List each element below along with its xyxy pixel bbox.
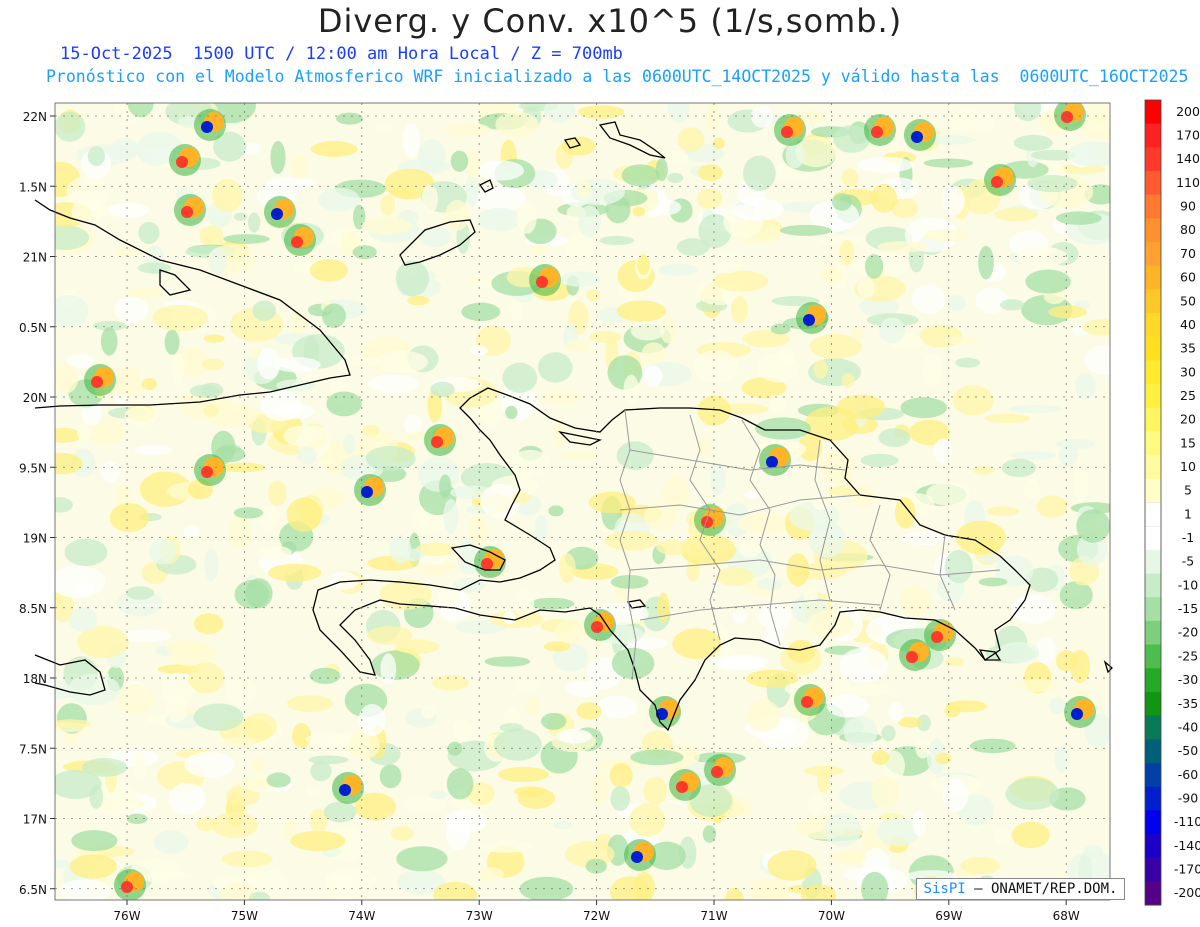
- colorbar-swatch-5: [1145, 218, 1161, 243]
- latitude-labels: 22N 1.5N 21N 0.5N 20N 9.5N 19N 8.5N 18N 7.5N 17N 6.…: [19, 110, 55, 897]
- colorbar-swatch-14: [1145, 431, 1161, 456]
- colorbar-label-23: -25: [1178, 648, 1198, 663]
- colorbar-swatch-28: [1145, 762, 1161, 788]
- colorbar-label-5: 80: [1180, 222, 1196, 237]
- credit-text: – ONAMET/REP.DOM.: [974, 881, 1118, 897]
- colorbar-label-7: 60: [1180, 270, 1196, 285]
- colorbar-swatch-19: [1145, 549, 1161, 575]
- lat-label-8: 18N: [23, 672, 47, 686]
- colorbar-swatch-22: [1145, 620, 1161, 646]
- lon-label-6: 70W: [818, 909, 845, 923]
- lat-label-9: 7.5N: [19, 742, 47, 756]
- colorbar-swatch-13: [1145, 407, 1161, 432]
- colorbar-swatch-1: [1145, 123, 1161, 148]
- lon-label-3: 73W: [466, 909, 493, 923]
- colorbar-swatch-24: [1145, 668, 1161, 693]
- colorbar-label-16: 5: [1184, 483, 1192, 498]
- colorbar-label-28: -60: [1178, 767, 1198, 782]
- colorbar-swatch-3: [1145, 171, 1161, 196]
- colorbar-label-3: 110: [1176, 175, 1200, 190]
- colorbar-label-14: 15: [1180, 435, 1196, 450]
- colorbar-swatch-8: [1145, 289, 1161, 314]
- colorbar-label-8: 50: [1180, 293, 1196, 308]
- colorbar-swatch-21: [1145, 597, 1161, 622]
- colorbar-label-32: -170: [1174, 861, 1200, 876]
- lon-label-4: 72W: [583, 909, 610, 923]
- colorbar-label-21: -15: [1178, 601, 1198, 616]
- lon-label-8: 68W: [1053, 909, 1080, 923]
- longitude-labels: 76W 75W 74W 73W 72W 71W 70W 69W 68W: [113, 900, 1080, 923]
- lat-label-11: 6.5N: [19, 883, 47, 897]
- lon-label-1: 75W: [231, 909, 258, 923]
- lat-label-1: 1.5N: [19, 180, 47, 194]
- colorbar-label-26: -40: [1178, 719, 1198, 734]
- colorbar-swatch-12: [1145, 384, 1161, 409]
- colorbar-swatch-33: [1145, 881, 1161, 906]
- colorbar-swatch-11: [1145, 360, 1161, 385]
- colorbar-label-0: 200: [1176, 104, 1200, 119]
- lat-label-3: 0.5N: [19, 321, 47, 335]
- lat-label-6: 19N: [23, 532, 47, 546]
- colorbar-swatch-15: [1145, 455, 1161, 480]
- colorbar-label-18: -1: [1182, 530, 1194, 545]
- divergence-field: [55, 103, 1110, 900]
- colorbar-swatch-10: [1145, 336, 1161, 361]
- colorbar-swatch-27: [1145, 739, 1161, 764]
- lat-label-2: 21N: [23, 251, 47, 265]
- lat-label-5: 9.5N: [19, 461, 47, 475]
- lon-label-0: 76W: [113, 909, 140, 923]
- colorbar-label-11: 30: [1180, 364, 1196, 379]
- divergence-map: 22N 1.5N 21N 0.5N 20N 9.5N 19N 8.5N 18N 7.5N 17N 6.…: [19, 99, 1200, 923]
- colorbar-label-29: -90: [1178, 790, 1198, 805]
- colorbar-swatch-26: [1145, 715, 1161, 740]
- colorbar-swatch-4: [1145, 194, 1161, 219]
- colorbar-swatch-23: [1145, 644, 1161, 669]
- lat-label-0: 22N: [23, 110, 47, 124]
- lon-label-7: 69W: [935, 909, 962, 923]
- colorbar-label-13: 20: [1180, 412, 1196, 427]
- colorbar-swatch-20: [1145, 573, 1161, 598]
- colorbar-swatch-29: [1145, 786, 1161, 811]
- colorbar-swatch-25: [1145, 691, 1161, 717]
- colorbar-label-24: -30: [1178, 672, 1198, 687]
- colorbar-swatch-2: [1145, 147, 1161, 172]
- colorbar-label-33: -200: [1174, 885, 1200, 900]
- colorbar-swatch-30: [1145, 810, 1161, 835]
- colorbar-label-12: 25: [1180, 388, 1196, 403]
- colorbar-label-27: -50: [1178, 743, 1198, 758]
- lat-label-10: 17N: [23, 813, 47, 827]
- colorbar-label-6: 70: [1180, 246, 1196, 261]
- colorbar-label-1: 170: [1176, 128, 1200, 143]
- colorbar-label-9: 40: [1180, 317, 1196, 332]
- lat-label-7: 8.5N: [19, 602, 47, 616]
- colorbar-label-19: -5: [1182, 554, 1194, 569]
- colorbar-swatch-31: [1145, 833, 1161, 859]
- colorbar-label-20: -10: [1178, 577, 1198, 592]
- colorbar-label-15: 10: [1180, 459, 1196, 474]
- credit-box: SisPI – ONAMET/REP.DOM.: [916, 878, 1125, 900]
- colorbar-label-22: -20: [1178, 625, 1198, 640]
- colorbar-swatch-32: [1145, 857, 1161, 882]
- colorbar-swatch-17: [1144, 502, 1162, 527]
- lon-label-2: 74W: [348, 909, 375, 923]
- sispi-logo-text: SisPI: [923, 881, 966, 897]
- colorbar-label-31: -140: [1174, 838, 1200, 853]
- colorbar-label-17: 1: [1184, 506, 1192, 521]
- lon-label-5: 71W: [700, 909, 727, 923]
- colorbar-swatch-6: [1145, 242, 1161, 267]
- colorbar-swatch-0: [1145, 100, 1161, 125]
- colorbar-label-25: -35: [1178, 696, 1198, 711]
- colorbar-swatch-18: [1144, 525, 1162, 551]
- colorbar-swatch-16: [1145, 478, 1161, 503]
- colorbar-label-30: -110: [1174, 814, 1200, 829]
- colorbar-label-4: 90: [1180, 199, 1196, 214]
- colorbar-swatch-7: [1145, 265, 1161, 290]
- colorbar-swatch-9: [1145, 313, 1161, 338]
- colorbar-legend: 200 170 140 110 90 80 70 60 50 40 35 30 25 20 15 10 5 1 -1…: [1144, 99, 1200, 906]
- colorbar-label-2: 140: [1176, 151, 1200, 166]
- colorbar-label-10: 35: [1180, 341, 1196, 356]
- lat-label-4: 20N: [23, 391, 47, 405]
